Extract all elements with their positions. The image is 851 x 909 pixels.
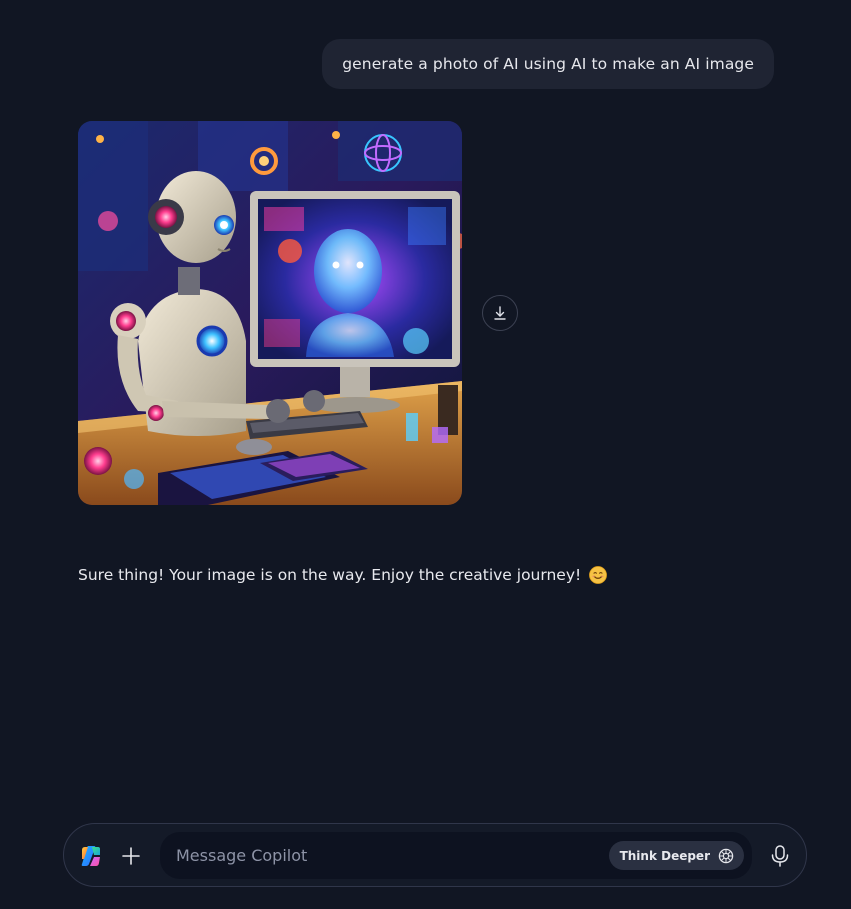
plus-icon bbox=[122, 847, 140, 865]
smiling-face-icon bbox=[589, 566, 608, 584]
microphone-icon bbox=[771, 845, 789, 867]
download-image-button[interactable] bbox=[482, 295, 518, 331]
download-icon bbox=[494, 306, 506, 320]
generated-image[interactable] bbox=[78, 121, 462, 505]
copilot-logo-icon[interactable] bbox=[79, 844, 103, 868]
assistant-message-text: Sure thing! Your image is on the way. En… bbox=[78, 566, 582, 584]
microphone-button[interactable] bbox=[767, 843, 793, 869]
composer: Think Deeper bbox=[63, 823, 807, 887]
think-deeper-icon bbox=[718, 848, 734, 863]
user-message-bubble: generate a photo of AI using AI to make … bbox=[322, 39, 774, 89]
assistant-message: Sure thing! Your image is on the way. En… bbox=[78, 566, 608, 584]
message-input-wrapper: Think Deeper bbox=[160, 832, 752, 879]
chat-page: generate a photo of AI using AI to make … bbox=[0, 0, 851, 909]
add-attachment-button[interactable] bbox=[119, 844, 143, 868]
think-deeper-label: Think Deeper bbox=[619, 848, 710, 863]
user-message-text: generate a photo of AI using AI to make … bbox=[342, 55, 754, 73]
message-input[interactable] bbox=[176, 832, 606, 879]
think-deeper-button[interactable]: Think Deeper bbox=[608, 841, 744, 870]
